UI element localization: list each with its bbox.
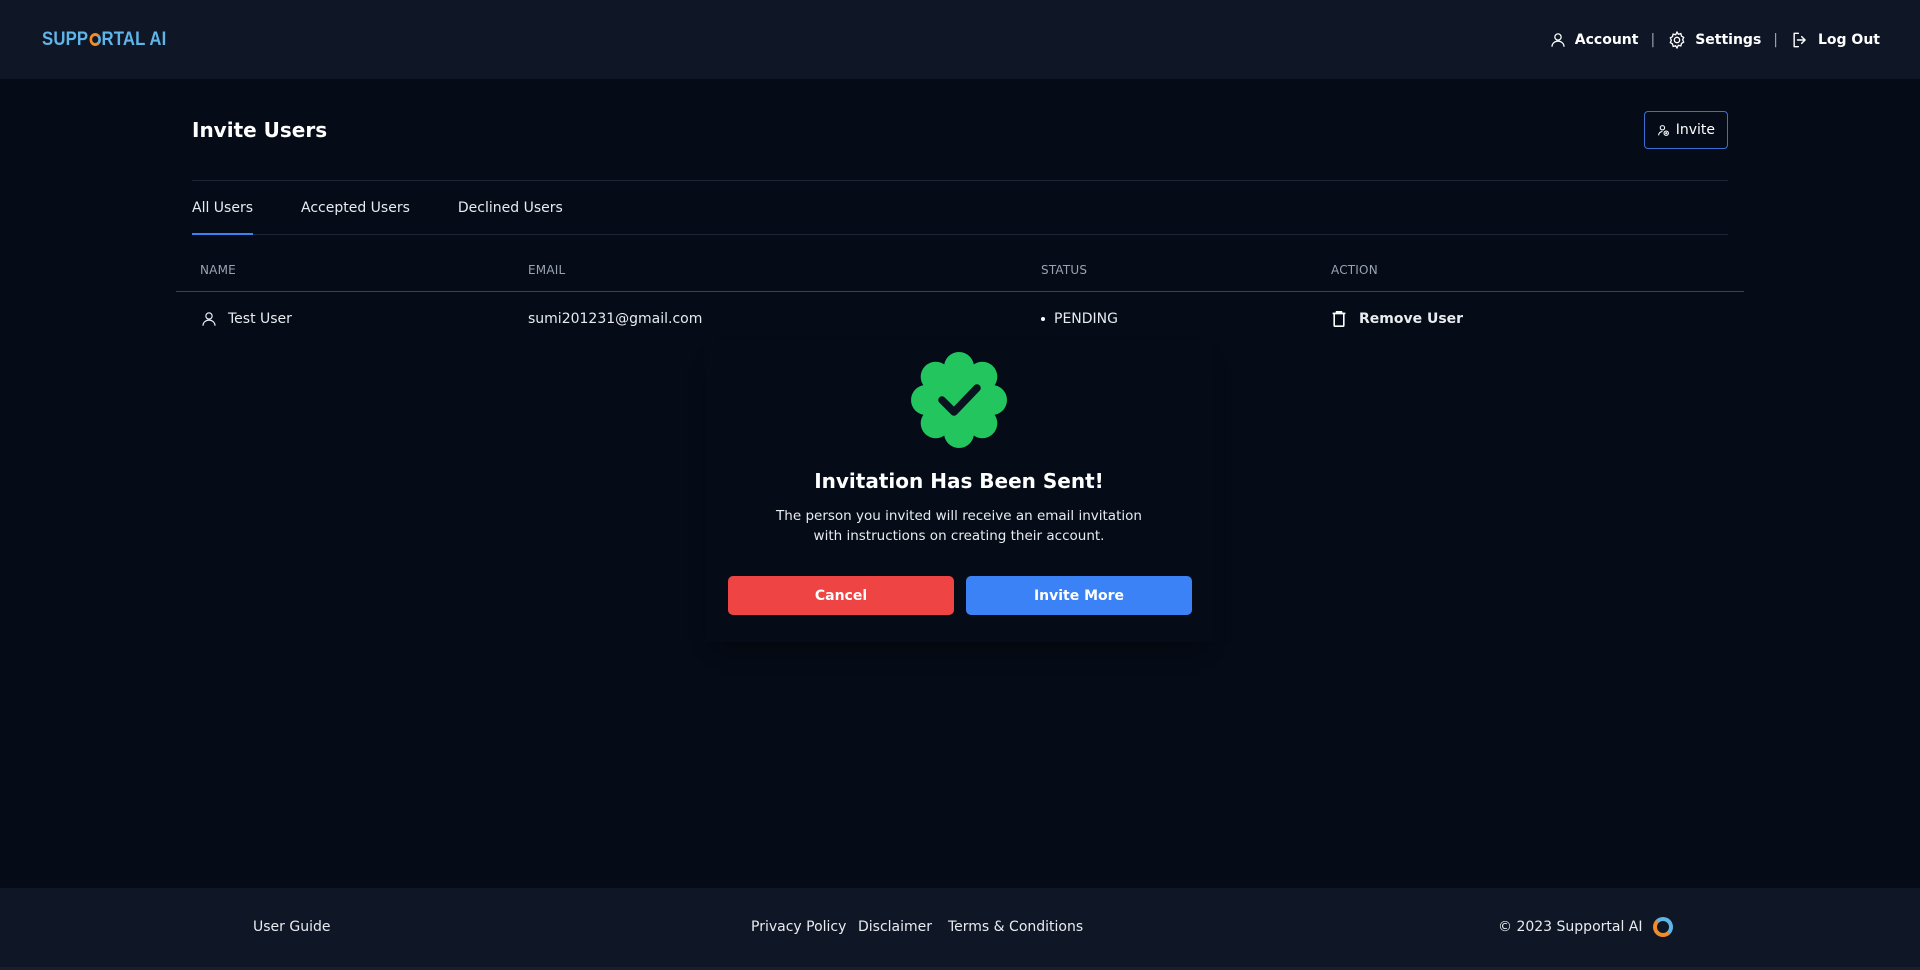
check-badge-icon [911, 352, 1007, 448]
gear-icon [1669, 30, 1685, 49]
invitation-sent-dialog: Invitation Has Been Sent! The person you… [705, 340, 1213, 642]
logout-icon [1793, 32, 1806, 47]
invite-button[interactable]: Invite [1643, 111, 1728, 149]
settings-link[interactable]: Settings [1667, 30, 1761, 50]
footer-privacy-link[interactable]: Privacy Policy [751, 919, 846, 935]
main-content: Invite Users Invite All Users Accepted U… [176, 79, 1744, 345]
footer-terms-link[interactable]: Terms & Conditions [948, 919, 1083, 935]
account-link[interactable]: Account [1549, 31, 1639, 49]
row-action-cell: Remove User [1331, 310, 1744, 328]
logo-ring-icon [89, 33, 101, 46]
settings-label: Settings [1695, 31, 1762, 48]
trash-icon [1332, 310, 1346, 327]
status-dot [1041, 316, 1045, 321]
app-logo[interactable]: SUPP RTAL AI [42, 29, 166, 51]
dialog-message: The person you invited will receive an e… [776, 508, 1142, 544]
remove-user-label: Remove User [1359, 310, 1464, 327]
dialog-actions: Cancel Invite More [728, 576, 1192, 615]
header-email: EMAIL [528, 263, 566, 277]
user-icon [1551, 32, 1565, 47]
nav-separator: | [1650, 31, 1656, 48]
row-email: sumi201231@gmail.com [528, 310, 703, 327]
logo-text-right: RTAL AI [101, 28, 167, 50]
header-name: NAME [200, 263, 236, 277]
status-badge: PENDING [1054, 310, 1118, 327]
brand-mark-icon [1652, 917, 1673, 937]
invite-button-label: Invite [1675, 122, 1715, 138]
row-status-cell: PENDING [1041, 311, 1331, 327]
user-icon [202, 311, 216, 326]
logo-text-left: SUPP [42, 28, 89, 50]
user-tabs: All Users Accepted Users Declined Users [192, 180, 1728, 235]
logout-link[interactable]: Log Out [1790, 30, 1880, 50]
top-nav: Account | Settings | Log Out [1549, 30, 1880, 50]
row-name-cell: Test User [176, 310, 528, 328]
page-header: Invite Users Invite [192, 79, 1728, 181]
account-label: Account [1574, 31, 1639, 48]
user-plus-icon [1657, 124, 1669, 136]
page-title: Invite Users [192, 118, 328, 142]
table-row: Test User sumi201231@gmail.com PENDING R… [176, 292, 1744, 345]
header-status: STATUS [1041, 263, 1088, 277]
tab-accepted-users[interactable]: Accepted Users [301, 181, 410, 234]
invite-more-button[interactable]: Invite More [966, 576, 1192, 615]
cancel-button[interactable]: Cancel [728, 576, 954, 615]
top-bar: SUPP RTAL AI Account | Settings | Log Ou… [0, 0, 1920, 79]
copyright-text: © 2023 Supportal AI [1498, 919, 1643, 935]
table-header: NAME EMAIL STATUS ACTION [176, 235, 1744, 292]
footer-copyright: © 2023 Supportal AI [1498, 917, 1673, 937]
dialog-title: Invitation Has Been Sent! [814, 469, 1104, 493]
row-name: Test User [228, 310, 292, 327]
logout-label: Log Out [1818, 31, 1880, 48]
footer: User Guide Privacy Policy Disclaimer Ter… [0, 888, 1920, 967]
header-action: ACTION [1331, 263, 1378, 277]
footer-user-guide-link[interactable]: User Guide [253, 919, 330, 935]
tab-all-users[interactable]: All Users [192, 181, 254, 235]
footer-disclaimer-link[interactable]: Disclaimer [858, 919, 932, 935]
nav-separator: | [1773, 31, 1778, 48]
users-table: NAME EMAIL STATUS ACTION Test User sumi2… [176, 235, 1744, 345]
remove-user-button[interactable]: Remove User [1331, 310, 1744, 328]
tab-declined-users[interactable]: Declined Users [458, 181, 563, 234]
